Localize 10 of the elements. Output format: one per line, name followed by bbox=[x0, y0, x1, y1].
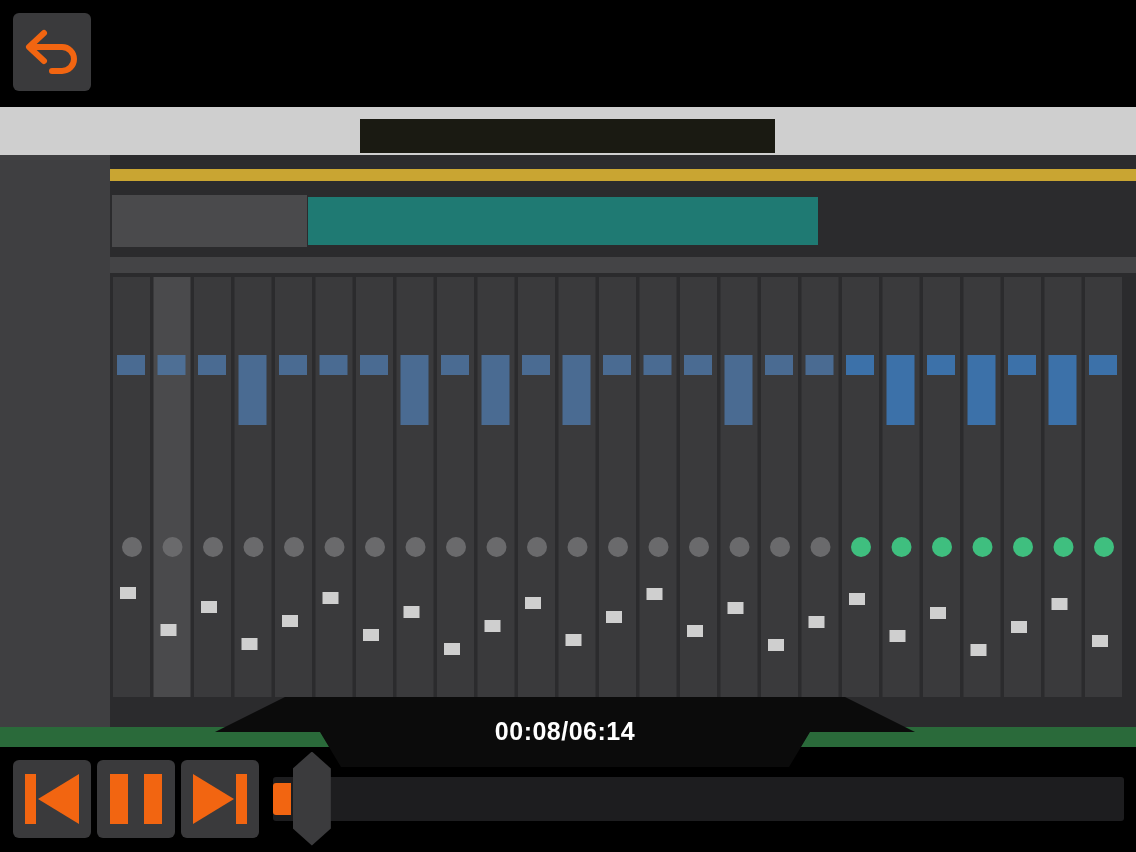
back-arrow-icon bbox=[24, 27, 80, 77]
skip-forward-icon bbox=[193, 773, 247, 824]
playback-time: 00:08/06:14 bbox=[494, 717, 636, 746]
back-button[interactable] bbox=[13, 13, 91, 91]
pause-button[interactable] bbox=[97, 759, 175, 838]
next-button[interactable] bbox=[181, 759, 259, 838]
previous-button[interactable] bbox=[13, 759, 91, 838]
pause-icon bbox=[110, 773, 162, 824]
skip-back-icon bbox=[25, 773, 79, 824]
progress-slider[interactable] bbox=[273, 751, 1124, 846]
